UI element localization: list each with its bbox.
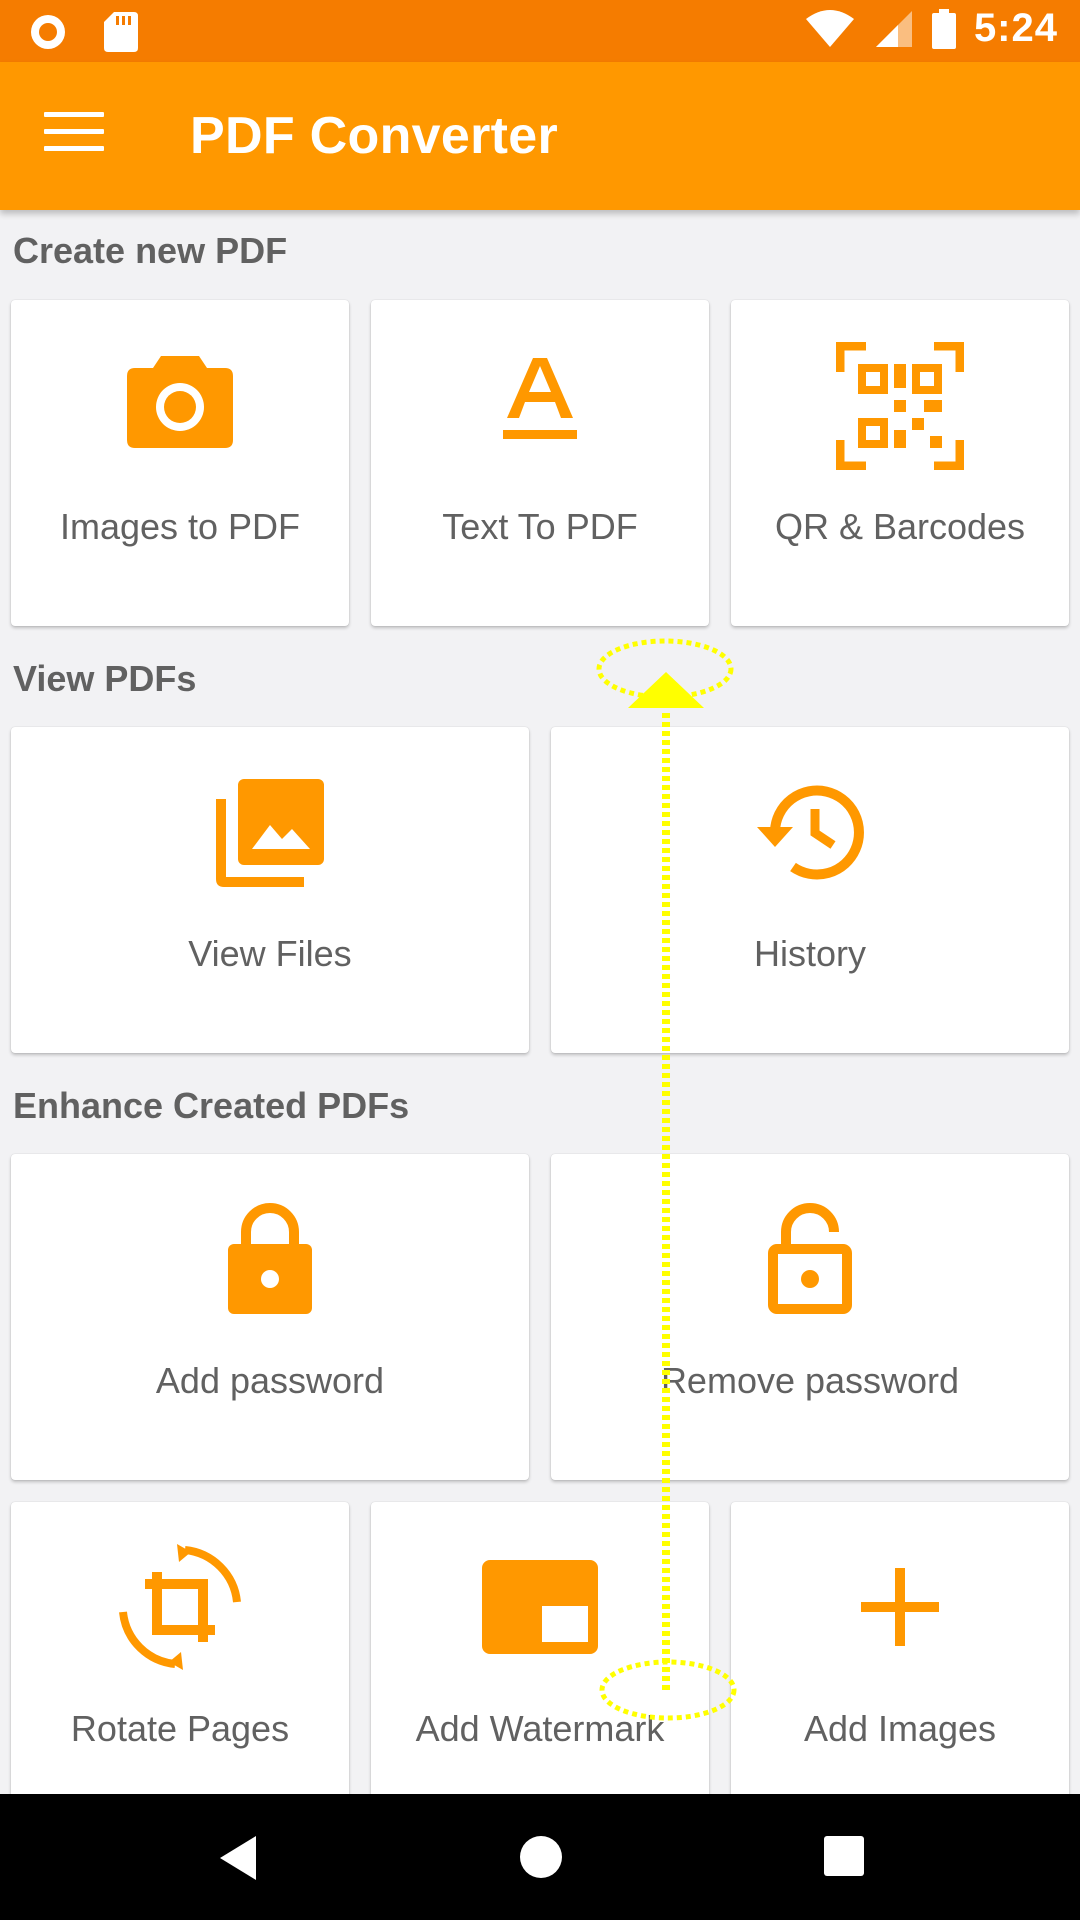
watermark-icon xyxy=(482,1560,598,1654)
text-format-icon xyxy=(503,358,577,439)
home-icon xyxy=(520,1836,562,1878)
recents-button[interactable] xyxy=(780,1794,900,1920)
plus-icon xyxy=(861,1568,939,1646)
photo-library-icon xyxy=(216,779,324,887)
sd-card-icon xyxy=(104,12,138,52)
card-qr-barcodes[interactable]: QR & Barcodes xyxy=(731,300,1069,626)
card-label: History xyxy=(753,933,866,974)
card-images-to-pdf[interactable]: Images to PDF xyxy=(11,300,349,626)
back-icon xyxy=(220,1836,256,1880)
battery-icon xyxy=(931,8,956,49)
card-label: Add Images xyxy=(803,1708,997,1749)
card-remove-password[interactable]: Remove password xyxy=(551,1154,1069,1480)
card-label: QR & Barcodes xyxy=(774,506,1026,547)
crop-rotate-icon xyxy=(119,1544,241,1670)
cell-signal-icon xyxy=(875,10,912,47)
recording-icon xyxy=(31,15,65,49)
menu-icon[interactable] xyxy=(44,112,104,162)
card-label: Remove password xyxy=(660,1360,960,1401)
card-history[interactable]: History xyxy=(551,727,1069,1053)
card-label: View Files xyxy=(188,933,352,974)
qr-code-icon xyxy=(836,342,964,470)
card-add-watermark[interactable]: Add Watermark xyxy=(371,1502,709,1802)
card-rotate-pages[interactable]: Rotate Pages xyxy=(11,1502,349,1802)
home-button[interactable] xyxy=(480,1794,600,1920)
card-label: Add password xyxy=(155,1360,385,1401)
card-add-password[interactable]: Add password xyxy=(11,1154,529,1480)
recents-icon xyxy=(824,1836,864,1876)
section-title-create: Create new PDF xyxy=(13,230,288,271)
card-text-to-pdf[interactable]: Text To PDF xyxy=(371,300,709,626)
camera-icon xyxy=(127,356,233,448)
wifi-icon xyxy=(805,9,854,47)
status-bar: 5:24 xyxy=(0,0,1080,62)
card-label: Text To PDF xyxy=(442,506,638,547)
back-button[interactable] xyxy=(200,1794,320,1920)
card-view-files[interactable]: View Files xyxy=(11,727,529,1053)
history-icon xyxy=(757,785,864,880)
section-title-enhance: Enhance Created PDFs xyxy=(13,1085,410,1126)
navigation-bar xyxy=(0,1794,1080,1920)
app-bar: PDF Converter xyxy=(0,62,1080,210)
card-add-images[interactable]: Add Images xyxy=(731,1502,1069,1802)
card-label: Add Watermark xyxy=(415,1708,665,1749)
lock-open-icon xyxy=(768,1203,852,1314)
card-label: Rotate Pages xyxy=(70,1708,290,1749)
section-title-view: View PDFs xyxy=(13,658,197,699)
card-label: Images to PDF xyxy=(59,506,301,547)
status-time: 5:24 xyxy=(973,6,1058,50)
lock-icon xyxy=(228,1203,312,1314)
app-title: PDF Converter xyxy=(190,107,558,165)
